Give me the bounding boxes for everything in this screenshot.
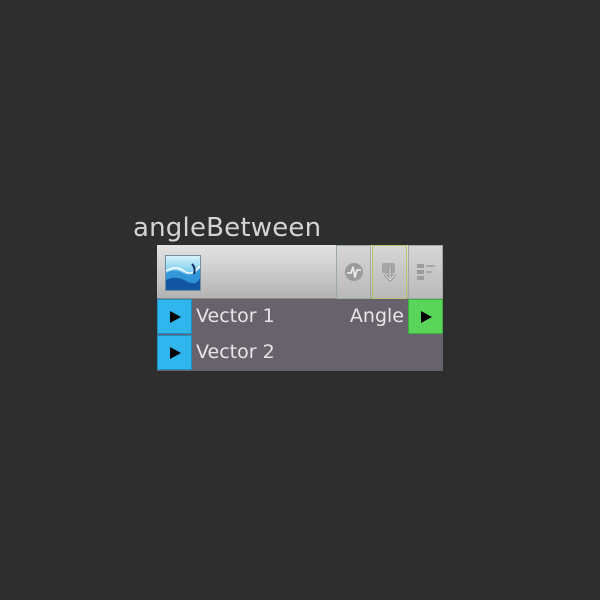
play-arrow-icon: [170, 346, 181, 359]
node-graph-canvas[interactable]: angleBetween Vector 1 Angle Vector 2: [0, 0, 600, 600]
input-label-vector-2: Vector 2: [196, 341, 275, 363]
node-list-button[interactable]: [408, 245, 443, 299]
node-body: Vector 1 Angle Vector 2: [157, 299, 443, 371]
node-header[interactable]: [157, 245, 443, 299]
water-wave-icon: [165, 255, 201, 291]
wave-loop-button[interactable]: [336, 245, 371, 299]
node-download-button[interactable]: [372, 245, 407, 299]
play-arrow-icon: [421, 310, 432, 323]
node-title: angleBetween: [133, 213, 322, 243]
input-port-vector-1[interactable]: [157, 299, 192, 334]
wave-loop-icon: [344, 263, 363, 281]
input-label-vector-1: Vector 1: [196, 305, 275, 327]
node-download-icon: [381, 263, 396, 282]
play-arrow-icon: [170, 310, 181, 323]
node-list-icon: [416, 264, 435, 280]
output-label-angle: Angle: [349, 305, 404, 327]
input-port-vector-2[interactable]: [157, 335, 192, 370]
output-port-angle[interactable]: [408, 299, 443, 334]
angle-between-node[interactable]: Vector 1 Angle Vector 2: [157, 245, 443, 371]
